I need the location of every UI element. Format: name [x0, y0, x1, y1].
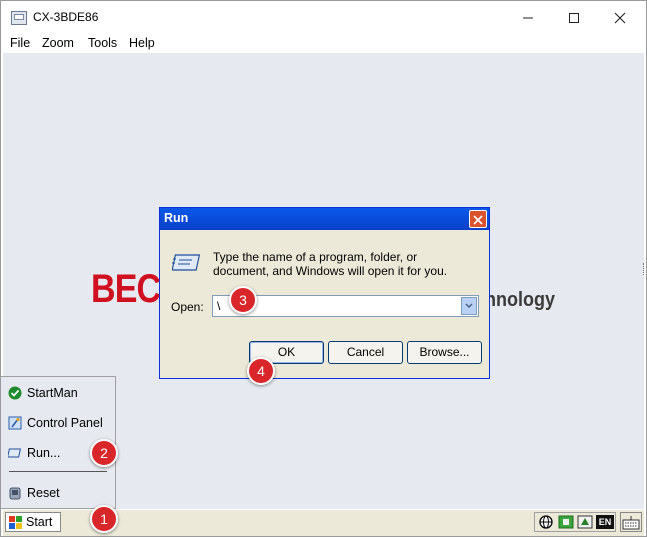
- menu-zoom[interactable]: Zoom: [42, 36, 74, 50]
- run-icon: [172, 254, 201, 271]
- run-dialog-title: Run: [164, 211, 189, 225]
- menu-help[interactable]: Help: [129, 36, 155, 50]
- control-panel-icon: [8, 416, 22, 430]
- brand-logo-left: BEC: [91, 267, 161, 311]
- run-dialog: Run Type the name of a program, folder, …: [159, 207, 490, 379]
- run-dialog-message: Type the name of a program, folder, or d…: [213, 250, 448, 278]
- start-menu-item-startman[interactable]: StartMan: [1, 382, 113, 404]
- start-menu-item-reset[interactable]: Reset: [1, 482, 113, 504]
- chevron-down-icon: [465, 303, 473, 309]
- remote-display-window: CX-3BDE86 File Zoom Tools Help BEC nnolo…: [0, 0, 647, 537]
- green-check-icon: [8, 386, 22, 400]
- start-menu-separator: [9, 471, 107, 472]
- menu-bar: File Zoom Tools Help: [1, 33, 646, 53]
- keyboard-button[interactable]: [620, 512, 642, 532]
- run-dialog-titlebar[interactable]: Run: [160, 208, 489, 230]
- keyboard-icon: [622, 516, 640, 530]
- system-tray: EN: [534, 512, 616, 532]
- windows-logo-icon: [9, 516, 22, 529]
- maximize-button[interactable]: [551, 1, 597, 33]
- connection-status-icon[interactable]: [558, 515, 574, 529]
- open-label: Open:: [171, 300, 204, 314]
- callout-badge-1: 1: [90, 505, 118, 533]
- brand-logo-right: nnology: [485, 289, 555, 311]
- run-dialog-close-button[interactable]: [469, 210, 487, 228]
- window-titlebar: CX-3BDE86: [1, 1, 646, 33]
- start-menu-label: Reset: [27, 486, 60, 500]
- callout-badge-3: 3: [229, 286, 257, 314]
- combo-dropdown-button[interactable]: [461, 297, 477, 315]
- window-title: CX-3BDE86: [33, 10, 99, 24]
- run-dialog-body: Type the name of a program, folder, or d…: [160, 230, 489, 378]
- language-indicator[interactable]: EN: [596, 515, 614, 529]
- start-menu-label: StartMan: [27, 386, 78, 400]
- close-window-button[interactable]: [597, 1, 643, 33]
- callout-badge-4: 4: [247, 357, 275, 385]
- network-globe-icon[interactable]: [538, 515, 554, 529]
- start-label: Start: [26, 515, 53, 529]
- start-menu-label: Run...: [27, 446, 61, 460]
- browse-button[interactable]: Browse...: [407, 341, 482, 364]
- maximize-icon: [569, 13, 579, 24]
- open-input[interactable]: \: [217, 299, 220, 313]
- menu-file[interactable]: File: [10, 36, 30, 50]
- cancel-button[interactable]: Cancel: [328, 341, 403, 364]
- minimize-button[interactable]: [505, 1, 551, 33]
- close-icon: [473, 214, 483, 225]
- run-icon: [8, 448, 21, 458]
- reset-icon: [9, 487, 21, 500]
- start-button[interactable]: Start: [5, 512, 61, 532]
- app-window-icon: [11, 11, 27, 25]
- close-icon: [614, 12, 626, 24]
- desktop-edge-marker: [643, 263, 644, 275]
- start-menu-label: Control Panel: [27, 416, 103, 430]
- start-menu-item-control-panel[interactable]: Control Panel: [1, 412, 113, 434]
- callout-badge-2: 2: [90, 439, 118, 467]
- minimize-icon: [523, 17, 533, 19]
- menu-tools[interactable]: Tools: [88, 36, 117, 50]
- tray-app-icon[interactable]: [577, 515, 593, 529]
